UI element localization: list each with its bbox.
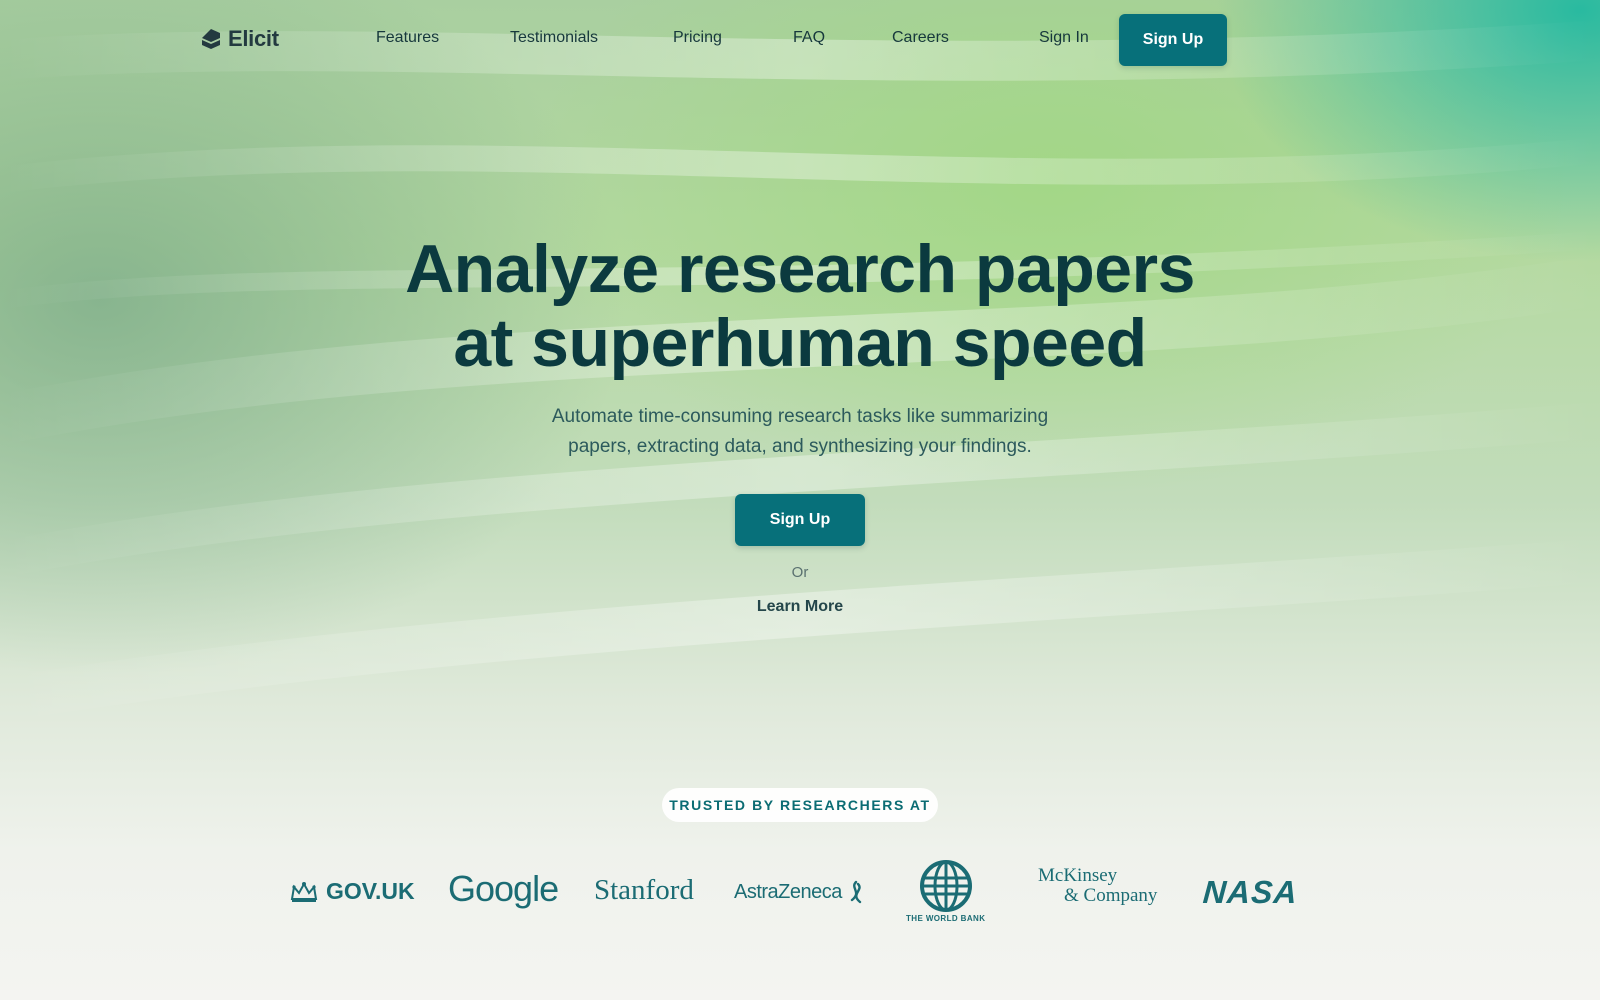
logo-mckinsey-line-1: McKinsey [1038, 865, 1118, 886]
logo-mckinsey: McKinsey & Company [1038, 866, 1157, 906]
hero-subtitle-line-1: Automate time-consuming research tasks l… [551, 406, 1049, 427]
learn-more-link[interactable]: Learn More [0, 598, 1600, 616]
nav-link-faq[interactable]: FAQ [793, 29, 825, 47]
logo-astrazeneca: AstraZeneca [734, 880, 866, 904]
brand-name: Elicit [228, 26, 279, 51]
hero-section: Analyze research papers at superhuman sp… [0, 232, 1600, 616]
logo-gov-uk-text: GOV.UK [326, 878, 415, 904]
logo-world-bank-text: THE WORLD BANK [906, 914, 986, 923]
top-nav: Elicit Features Testimonials Pricing FAQ… [0, 14, 1600, 66]
logo-google: Google [448, 868, 559, 909]
brand-logo[interactable]: Elicit [200, 26, 279, 52]
hero-subtitle: Automate time-consuming research tasks l… [500, 402, 1100, 462]
astrazeneca-mark-icon [850, 880, 862, 904]
nav-sign-up-button[interactable]: Sign Up [1119, 14, 1227, 66]
crown-icon [290, 881, 318, 902]
nav-link-features[interactable]: Features [376, 29, 439, 47]
logo-world-bank: THE WORLD BANK [906, 860, 985, 923]
hero-sign-up-button[interactable]: Sign Up [735, 494, 865, 546]
nav-link-pricing[interactable]: Pricing [673, 29, 722, 47]
hero-title-line-1: Analyze research papers [405, 231, 1195, 307]
trusted-by-badge: TRUSTED BY RESEARCHERS AT [662, 788, 938, 822]
globe-icon [919, 860, 972, 912]
hero-title: Analyze research papers at superhuman sp… [0, 232, 1600, 380]
sign-in-link[interactable]: Sign In [1039, 29, 1089, 47]
hero-subtitle-line-2: papers, extracting data, and synthesizin… [568, 436, 1032, 457]
logo-nasa: NASA [1201, 874, 1299, 910]
nav-link-testimonials[interactable]: Testimonials [510, 29, 598, 47]
logo-mckinsey-line-2: & Company [1064, 885, 1158, 906]
or-separator: Or [791, 564, 809, 581]
hero-title-line-2: at superhuman speed [453, 305, 1147, 381]
customer-logos: GOV.UK Google Stanford AstraZeneca THE W… [0, 860, 1600, 940]
elicit-logo-icon [202, 29, 220, 49]
logo-gov-uk: GOV.UK [290, 878, 415, 905]
logo-astrazeneca-text: AstraZeneca [734, 880, 842, 903]
logo-stanford: Stanford [594, 874, 694, 906]
nav-link-careers[interactable]: Careers [892, 29, 949, 47]
